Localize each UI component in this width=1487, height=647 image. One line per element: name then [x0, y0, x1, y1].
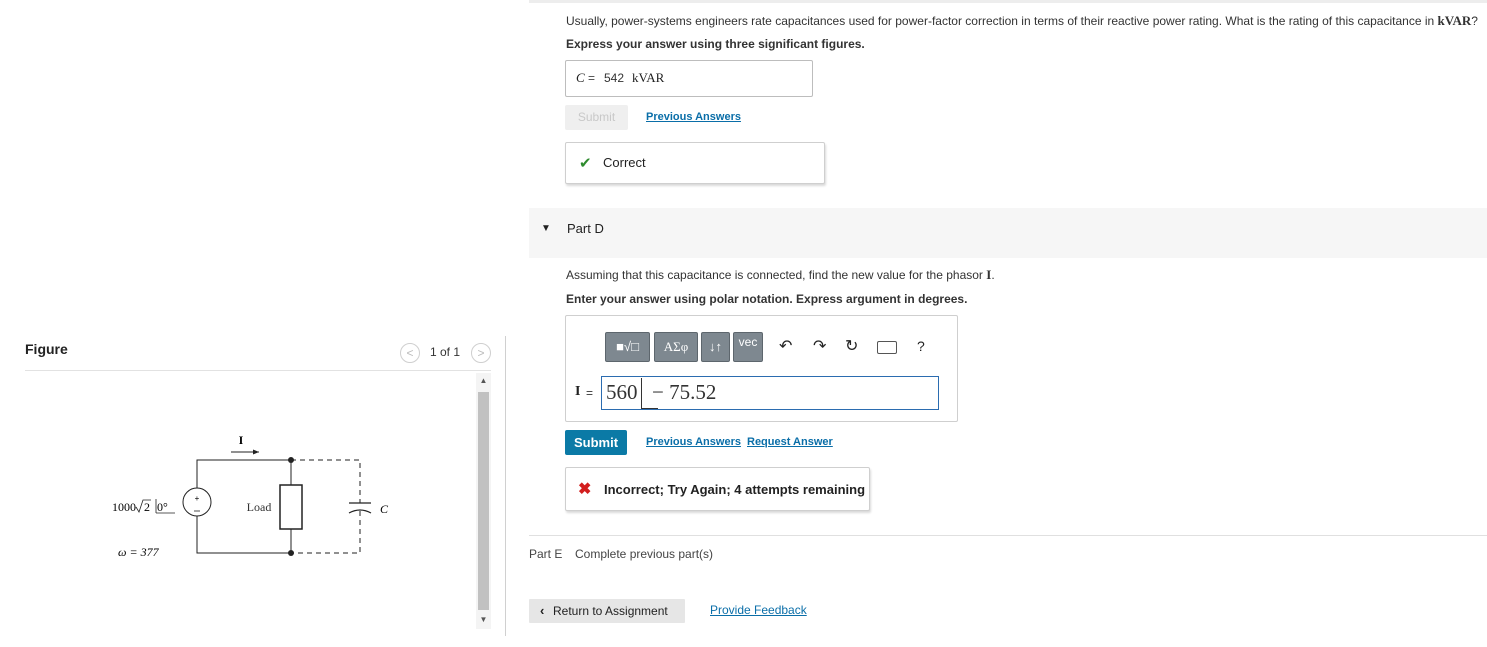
answer-variable: I [575, 384, 581, 399]
redo-icon[interactable]: ↷ [813, 336, 826, 356]
figure-pager: 1 of 1 [430, 345, 461, 359]
reset-icon[interactable]: ↻ [845, 336, 858, 356]
top-divider [529, 0, 1487, 3]
help-icon[interactable]: ? [917, 338, 925, 354]
source-angle: 0° [157, 500, 168, 514]
part-c-submit-button[interactable]: Submit [565, 105, 628, 130]
part-c-question-suffix: ? [1471, 14, 1478, 28]
part-c-instruction: Express your answer using three signific… [566, 37, 865, 51]
figure-divider [25, 370, 491, 371]
capacitor-label: C [380, 502, 389, 516]
answer-equals: = [586, 386, 594, 400]
return-to-assignment-button[interactable]: ‹ Return to Assignment [529, 599, 685, 623]
load-box [279, 484, 303, 530]
undo-icon[interactable]: ↶ [779, 336, 792, 356]
answer-value: 542 [604, 71, 625, 85]
part-d-previous-answers-link[interactable]: Previous Answers [646, 436, 741, 448]
figure-prev-button[interactable]: < [400, 343, 420, 363]
current-label: I [239, 433, 244, 447]
part-d-header[interactable]: ▼ Part D [529, 208, 1487, 258]
figure-pane: Figure < 1 of 1 > I + Load C 1000 2 0° ω… [0, 0, 505, 647]
source-label: 1000 2 0° [112, 499, 175, 514]
part-c-answer-box: C = 542 kVAR [565, 60, 813, 97]
answer-variable: C [576, 70, 585, 85]
source-magnitude: 1000 [112, 500, 136, 514]
keyboard-icon[interactable] [877, 341, 897, 354]
x-icon: ✖ [578, 481, 592, 498]
feedback-text: Correct [603, 155, 646, 170]
scroll-thumb[interactable] [478, 392, 489, 610]
answer-magnitude: 560 [606, 380, 638, 404]
part-c-question-text: Usually, power-systems engineers rate ca… [566, 14, 1438, 28]
answer-angle: − 75.52 [652, 380, 717, 404]
part-c-question: Usually, power-systems engineers rate ca… [566, 13, 1478, 29]
phasor-answer-input[interactable]: 560 − 75.52 [601, 376, 939, 410]
part-e-label: Part E [529, 547, 563, 561]
math-editor: ■√□ ΑΣφ ↓↑ vec ↶ ↷ ↻ ? I = 560 − 75.52 [565, 315, 958, 422]
feedback-text: Incorrect; Try Again; 4 attempts remaini… [604, 482, 866, 497]
part-d-feedback: ✖ Incorrect; Try Again; 4 attempts remai… [565, 467, 870, 511]
part-d-instruction: Enter your answer using polar notation. … [566, 292, 968, 306]
part-d-submit-button[interactable]: Submit [565, 430, 627, 455]
part-d-request-answer-link[interactable]: Request Answer [747, 436, 833, 448]
part-e-status: Complete previous part(s) [575, 547, 714, 561]
source-radical: 2 [144, 500, 150, 514]
pane-divider [505, 336, 506, 636]
part-e-divider [529, 535, 1487, 536]
part-d-title: Part D [567, 221, 604, 236]
answer-equals: = [588, 71, 596, 85]
figure-title: Figure [25, 341, 68, 357]
part-c-feedback: ✔ Correct [565, 142, 825, 184]
source-plus: + [195, 494, 200, 503]
current-arrowhead [253, 449, 259, 455]
chevron-right-icon: > [477, 346, 485, 360]
part-c-previous-answers-link[interactable]: Previous Answers [646, 111, 741, 123]
arrows-button[interactable]: ↓↑ [701, 332, 730, 362]
templates-button[interactable]: ■√□ [605, 332, 650, 362]
check-icon: ✔ [579, 155, 592, 172]
part-d-question: Assuming that this capacitance is connec… [566, 267, 995, 283]
return-label: Return to Assignment [553, 604, 668, 618]
chevron-left-icon: < [406, 346, 414, 360]
greek-symbols-button[interactable]: ΑΣφ [654, 332, 698, 362]
chevron-left-icon: ‹ [540, 603, 545, 618]
vector-button[interactable]: vec [733, 332, 763, 362]
scroll-down-icon[interactable]: ▼ [476, 612, 491, 627]
part-c-question-unit: kVAR [1437, 13, 1472, 28]
caret-down-icon: ▼ [541, 223, 551, 234]
part-d-question-suffix: . [991, 268, 995, 282]
part-d-question-text: Assuming that this capacitance is connec… [566, 268, 987, 282]
omega-label: ω = 377 [118, 545, 160, 559]
circuit-diagram: I + Load C 1000 2 0° ω = 377 [112, 433, 389, 559]
provide-feedback-link[interactable]: Provide Feedback [710, 603, 807, 617]
scroll-up-icon[interactable]: ▲ [476, 373, 491, 388]
load-label: Load [247, 500, 272, 514]
answer-unit: kVAR [632, 70, 665, 85]
circuit-wires [196, 459, 292, 554]
figure-next-button[interactable]: > [471, 343, 491, 363]
